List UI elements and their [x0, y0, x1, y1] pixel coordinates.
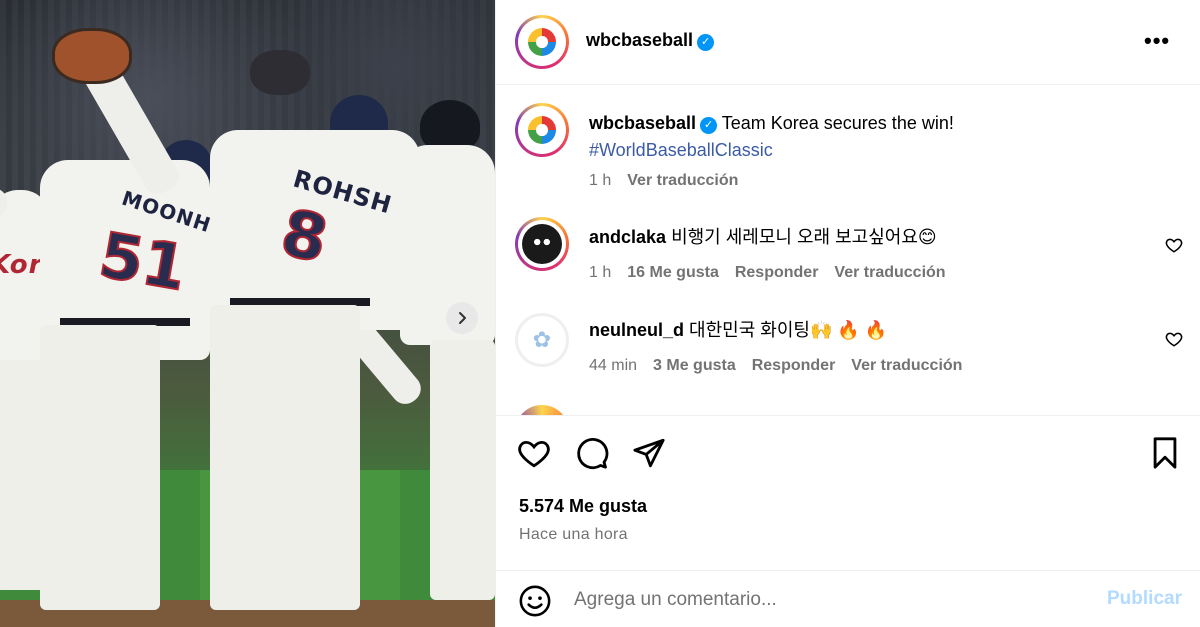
post-photo[interactable]: Kor MOONHB 51 ROHSH 8: [0, 0, 495, 627]
share-send-icon[interactable]: [632, 436, 666, 470]
comment-username[interactable]: neulneul_d: [589, 320, 684, 340]
comment-bubble-icon[interactable]: [575, 436, 609, 470]
comment-text: 대한민국 화이팅🙌 🔥 🔥: [689, 320, 888, 340]
caption-meta: 1 h Ver traducción: [589, 172, 738, 190]
caption-translate-link[interactable]: Ver traducción: [627, 172, 738, 190]
baseball-glove: [52, 28, 132, 84]
comment-username[interactable]: andclaka: [589, 227, 666, 247]
post-actions: 5.574 Me gusta Hace una hora: [496, 415, 1200, 570]
comment-meta: 44 min 3 Me gusta Responder Ver traducci…: [589, 357, 962, 375]
comment-likes[interactable]: 3 Me gusta: [653, 357, 736, 375]
player-51: MOONHB 51: [0, 130, 247, 620]
author-avatar[interactable]: [515, 15, 569, 69]
post-caption: wbcbaseball ✓ Team Korea secures the win!…: [589, 110, 1169, 164]
verified-badge-icon: ✓: [700, 117, 718, 134]
catcher-mitt: [250, 50, 310, 95]
caption-hashtag[interactable]: #WorldBaseballClassic: [589, 140, 773, 160]
add-comment-bar: Publicar: [496, 570, 1200, 627]
save-bookmark-icon[interactable]: [1148, 436, 1182, 470]
wbc-logo-icon: [527, 115, 557, 145]
post-timestamp[interactable]: Hace una hora: [519, 526, 628, 544]
comment-time[interactable]: 44 min: [589, 357, 637, 375]
cat-avatar-icon: [522, 224, 562, 264]
verified-badge-icon: ✓: [697, 34, 715, 51]
author-name-row: wbcbaseball ✓: [586, 30, 715, 51]
emoji-icon[interactable]: [518, 584, 552, 618]
caption-username[interactable]: wbcbaseball: [589, 113, 696, 133]
comment-text: 비행기 세레모니 오래 보고싶어요😊: [671, 227, 937, 247]
player-catcher: [380, 100, 495, 620]
caption-text: Team Korea secures the win!: [721, 113, 954, 133]
like-heart-icon[interactable]: [517, 436, 551, 470]
comment-item: andclaka 비행기 세레모니 오래 보고싶어요😊: [589, 224, 1149, 251]
comment-input[interactable]: [574, 586, 1074, 614]
comment-meta: 1 h 16 Me gusta Responder Ver traducción: [589, 264, 946, 282]
comment-time[interactable]: 1 h: [589, 264, 611, 282]
post-header: wbcbaseball ✓ •••: [496, 0, 1200, 85]
comment-likes[interactable]: 16 Me gusta: [627, 264, 719, 282]
comment-avatar[interactable]: [515, 217, 569, 271]
comment-avatar[interactable]: ✿: [515, 313, 569, 367]
comment-translate-link[interactable]: Ver traducción: [834, 264, 945, 282]
like-count[interactable]: 5.574 Me gusta: [519, 496, 647, 517]
comment-reply-button[interactable]: Responder: [735, 264, 819, 282]
comment-reply-button[interactable]: Responder: [752, 357, 836, 375]
more-horizontal-icon: •••: [1144, 28, 1171, 53]
comment-like-heart-icon[interactable]: [1165, 236, 1183, 254]
next-photo-button[interactable]: [446, 302, 478, 334]
flower-avatar-icon: ✿: [532, 327, 552, 352]
comment-like-heart-icon[interactable]: [1165, 330, 1183, 348]
more-options-button[interactable]: •••: [1144, 28, 1170, 54]
post-details-panel: wbcbaseball ✓ ••• wbcbaseball ✓ Team Korea…: [495, 0, 1200, 627]
publish-button[interactable]: Publicar: [1107, 588, 1182, 610]
comment-item: neulneul_d 대한민국 화이팅🙌 🔥 🔥: [589, 317, 1149, 344]
comment-translate-link[interactable]: Ver traducción: [851, 357, 962, 375]
caption-time[interactable]: 1 h: [589, 172, 611, 190]
author-username[interactable]: wbcbaseball: [586, 30, 693, 50]
next-comment-avatar-partial: [515, 405, 569, 415]
jersey-number-51: 51: [93, 217, 193, 306]
wbc-logo-icon: [527, 27, 557, 57]
chevron-right-icon: [459, 312, 466, 324]
caption-author-avatar[interactable]: [515, 103, 569, 157]
